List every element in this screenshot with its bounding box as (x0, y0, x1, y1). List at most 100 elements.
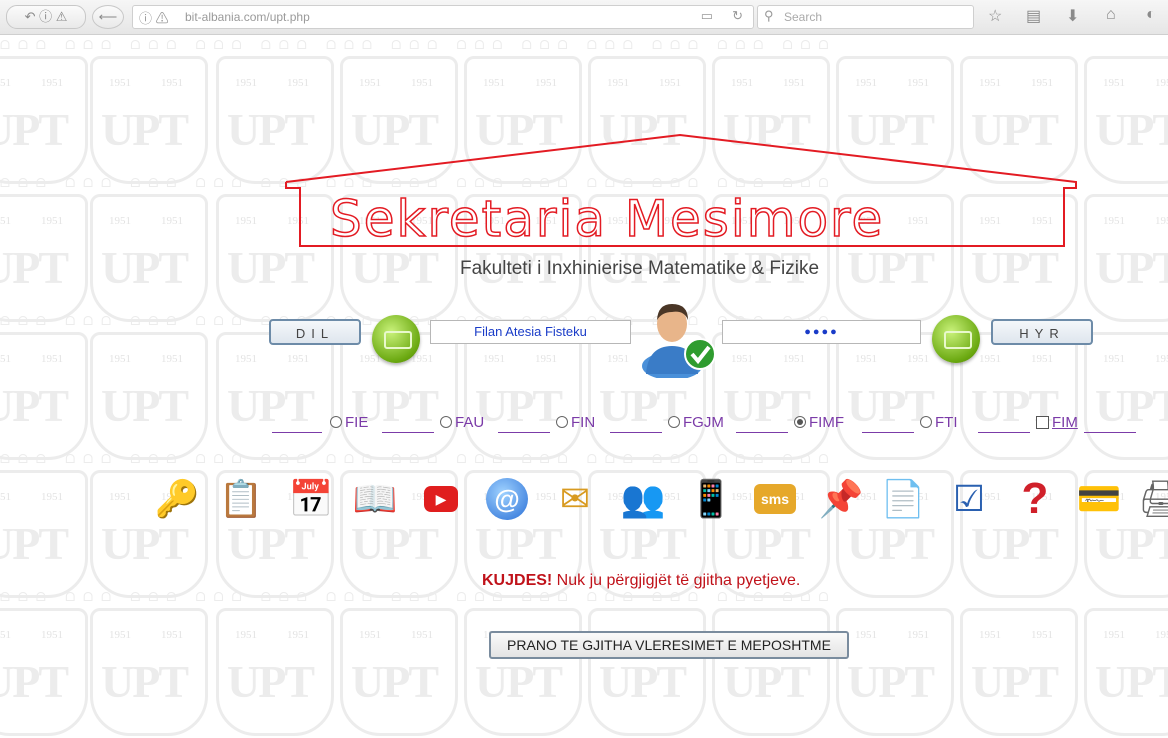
watermark-logo: 19511951UPT (712, 608, 830, 736)
faculty-selector: FIE FAU FIN FGJM FIMF FTI FIM (272, 414, 1142, 436)
watermark-text: UPT (101, 518, 189, 569)
watermark-text: UPT (971, 656, 1059, 707)
checked-document-icon[interactable]: ☑ (946, 476, 992, 522)
warning-strong: KUJDES! (482, 572, 553, 589)
book-icon[interactable]: 📖 (352, 476, 398, 522)
watermark-text: 1951 (109, 353, 131, 365)
faculty-option-fimf[interactable]: FIMF (794, 414, 844, 431)
youtube-icon[interactable]: ▶ (424, 486, 458, 512)
mobile-phone-icon[interactable]: 📱 (688, 476, 734, 522)
watermark-logo: 19511951UPT (960, 332, 1078, 460)
watermark-text: 1951 (109, 491, 131, 503)
faculty-option-fau[interactable]: FAU (440, 414, 484, 431)
faculty-underline (382, 432, 434, 433)
watermark-text: 1951 (41, 353, 63, 365)
faculty-label: FAU (455, 414, 485, 431)
watermark-row: ᗝᗝᗝ ᗝᗝᗝ ᗝᗝᗝ ᗝᗝᗝ ᗝᗝᗝ ᗝᗝᗝ ᗝᗝᗝ ᗝᗝᗝ ᗝᗝᗝ ᗝᗝᗝ … (0, 452, 837, 466)
watermark-text: 1951 (359, 629, 381, 641)
watermark-text: 1951 (1155, 629, 1168, 641)
username-field[interactable]: Filan Atesia Fisteku (430, 320, 631, 344)
radio-button[interactable] (330, 416, 342, 429)
watermark-text: 1951 (109, 629, 131, 641)
watermark-text: 1951 (287, 353, 309, 365)
accept-all-evaluations-button[interactable]: PRANO TE GJITHA VLERESIMET E MEPOSHTME (489, 631, 849, 659)
watermark-logo: 19511951UPT (1084, 608, 1168, 736)
watermark-text: UPT (351, 518, 439, 569)
faculty-option-fti[interactable]: FTI (920, 414, 958, 431)
watermark-logo: 19511951UPT (588, 608, 706, 736)
faculty-underline (272, 432, 322, 433)
exit-button[interactable]: DIL (269, 319, 361, 345)
faculty-option-fin[interactable]: FIN (556, 414, 595, 431)
faculty-option-fgjm[interactable]: FGJM (668, 414, 724, 431)
faculty-underline (1084, 432, 1136, 433)
watermark-logo: 19511951UPT (464, 608, 582, 736)
watermark-logo: 19511951UPT (90, 608, 208, 736)
watermark-logo: 19511951UPT (464, 332, 582, 460)
watermark-text: 1951 (411, 629, 433, 641)
watermark-text: UPT (0, 380, 69, 431)
watermark-text: UPT (227, 518, 315, 569)
faculty-underline (610, 432, 662, 433)
faculty-label: FIM (1052, 414, 1078, 431)
watermark-text: 1951 (411, 353, 433, 365)
watermark-text: UPT (599, 656, 687, 707)
warning-message: KUJDES! Nuk ju përgjigjët të gjitha pyet… (482, 572, 800, 590)
watermark-text: 1951 (855, 353, 877, 365)
radio-button[interactable] (920, 416, 932, 429)
page-title: Sekretaria Mesimore (329, 189, 885, 249)
watermark-logo: 19511951UPT (0, 470, 88, 598)
watermark-text: 1951 (1103, 353, 1125, 365)
watermark-text: 1951 (1031, 629, 1053, 641)
watermark-text: UPT (847, 518, 935, 569)
password-field[interactable]: ●●●● (722, 320, 921, 344)
virtual-keyboard-icon[interactable] (372, 315, 420, 363)
mail-arrow-icon[interactable]: ✉ (552, 476, 598, 522)
virtual-keyboard-icon-2[interactable] (932, 315, 980, 363)
radio-button[interactable] (794, 416, 806, 429)
warning-text: Nuk ju përgjigjët të gjitha pyetjeve. (552, 572, 801, 589)
radio-button[interactable] (440, 416, 452, 429)
watermark-logo: 19511951UPT (216, 332, 334, 460)
watermark-text: 1951 (0, 629, 11, 641)
watermark-text: 1951 (483, 353, 505, 365)
watermark-text: 1951 (0, 491, 11, 503)
faculty-label: FIE (345, 414, 369, 431)
radio-button[interactable] (668, 416, 680, 429)
user-document-icon[interactable]: 📄 (880, 476, 926, 522)
watermark-logo: 1951 1951 UPT (960, 608, 1078, 736)
watermark-text: UPT (847, 656, 935, 707)
clipboard-icon[interactable]: 📋 (218, 476, 264, 522)
watermark-text: 1951 (979, 629, 1001, 641)
sms-icon[interactable]: sms (754, 484, 796, 514)
help-question-icon[interactable]: ? (1012, 476, 1058, 522)
faculty-option-fie[interactable]: FIE (330, 414, 368, 431)
faculty-underline (978, 432, 1030, 433)
watermark-text: 1951 (907, 353, 929, 365)
watermark-row: ᗝᗝᗝ ᗝᗝᗝ ᗝᗝᗝ ᗝᗝᗝ ᗝᗝᗝ ᗝᗝᗝ ᗝᗝᗝ ᗝᗝᗝ ᗝᗝᗝ ᗝᗝᗝ … (0, 590, 837, 604)
radio-button[interactable] (556, 416, 568, 429)
credit-card-icon[interactable]: 💳 (1076, 476, 1122, 522)
watermark-logo: 19511951UPT (0, 608, 88, 736)
faculty-label: FIMF (809, 414, 844, 431)
watermark-text: UPT (599, 518, 687, 569)
checkbox[interactable] (1036, 415, 1049, 429)
watermark-text: 1951 (161, 353, 183, 365)
email-at-icon[interactable]: @ (486, 478, 528, 520)
watermark-text: 1951 (731, 353, 753, 365)
faculty-underline (498, 432, 550, 433)
calendar-clock-icon[interactable]: 📅 (288, 476, 334, 522)
faculty-option-fim[interactable]: FIM (1036, 414, 1078, 431)
keys-icon[interactable]: 🔑 (154, 476, 200, 522)
printer-icon[interactable]: 🖨 (1138, 476, 1168, 522)
watermark-logo: 19511951UPT (836, 608, 954, 736)
login-button[interactable]: HYR (991, 319, 1093, 345)
watermark-logo: 1951 1951 UPT (340, 608, 458, 736)
watermark-text: 1951 (235, 353, 257, 365)
faculty-label: FGJM (683, 414, 724, 431)
watermark-text: UPT (351, 656, 439, 707)
pushpin-icon[interactable]: 📌 (818, 476, 864, 522)
watermark-text: 1951 (731, 491, 753, 503)
group-icon[interactable]: 👥 (620, 476, 666, 522)
watermark-text: 1951 (287, 629, 309, 641)
